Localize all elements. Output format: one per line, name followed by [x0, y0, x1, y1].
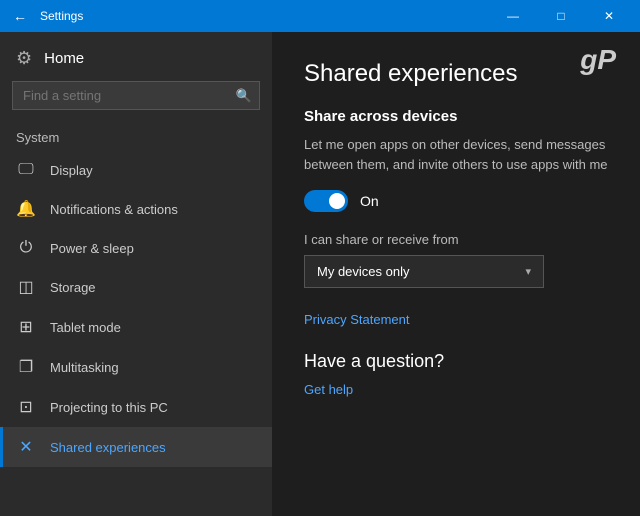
sidebar-item-label: Storage: [50, 280, 96, 295]
devices-dropdown[interactable]: My devices only ▾: [304, 255, 544, 288]
search-icon: 🔍: [236, 88, 252, 104]
sidebar-item-multitasking[interactable]: ❐ Multitasking: [0, 347, 272, 387]
chevron-down-icon: ▾: [525, 265, 531, 278]
system-label: System: [0, 122, 272, 151]
sidebar-item-label: Notifications & actions: [50, 202, 178, 217]
app-container: ⚙ Home 🔍 System 🖵 Display 🔔 Notification…: [0, 32, 640, 516]
multitasking-icon: ❐: [16, 357, 36, 377]
toggle-row: On: [304, 190, 608, 212]
dropdown-value: My devices only: [317, 264, 409, 279]
sidebar-item-label: Display: [50, 163, 93, 178]
title-bar-controls: — □ ✕: [490, 0, 632, 32]
display-icon: 🖵: [16, 161, 36, 179]
search-box: 🔍: [12, 81, 260, 110]
sidebar-item-label: Projecting to this PC: [50, 400, 168, 415]
sidebar: ⚙ Home 🔍 System 🖵 Display 🔔 Notification…: [0, 32, 272, 516]
privacy-link[interactable]: Privacy Statement: [304, 312, 608, 327]
sidebar-item-projecting[interactable]: ⊡ Projecting to this PC: [0, 387, 272, 427]
shared-icon: ✕: [16, 437, 36, 457]
power-icon: ⏻: [16, 239, 36, 257]
sidebar-item-label: Power & sleep: [50, 241, 134, 256]
close-button[interactable]: ✕: [586, 0, 632, 32]
title-bar-left: ← Settings: [8, 4, 83, 28]
notifications-icon: 🔔: [16, 199, 36, 219]
gear-icon: ⚙: [16, 48, 32, 69]
search-input[interactable]: [12, 81, 260, 110]
back-icon: ←: [13, 8, 27, 24]
toggle-knob: [329, 193, 345, 209]
get-help-link[interactable]: Get help: [304, 382, 608, 397]
description-text: Let me open apps on other devices, send …: [304, 135, 608, 174]
sidebar-item-notifications[interactable]: 🔔 Notifications & actions: [0, 189, 272, 229]
sidebar-item-label: Shared experiences: [50, 440, 166, 455]
storage-icon: ◫: [16, 277, 36, 297]
title-bar: ← Settings — □ ✕: [0, 0, 640, 32]
sidebar-item-label: Multitasking: [50, 360, 119, 375]
sidebar-item-label: Tablet mode: [50, 320, 121, 335]
gp-logo: gP: [580, 44, 616, 76]
content-area: gP Shared experiences Share across devic…: [272, 32, 640, 516]
maximize-button[interactable]: □: [538, 0, 584, 32]
have-question-heading: Have a question?: [304, 351, 608, 372]
title-bar-title: Settings: [40, 9, 83, 23]
tablet-icon: ⊞: [16, 317, 36, 337]
sidebar-item-shared[interactable]: ✕ Shared experiences: [0, 427, 272, 467]
share-toggle[interactable]: [304, 190, 348, 212]
sidebar-item-storage[interactable]: ◫ Storage: [0, 267, 272, 307]
sidebar-item-power[interactable]: ⏻ Power & sleep: [0, 229, 272, 267]
back-button[interactable]: ←: [8, 4, 32, 28]
page-title: Shared experiences: [304, 60, 608, 88]
sidebar-header: ⚙ Home: [0, 32, 272, 77]
minimize-button[interactable]: —: [490, 0, 536, 32]
sidebar-item-tablet[interactable]: ⊞ Tablet mode: [0, 307, 272, 347]
toggle-label: On: [360, 193, 379, 209]
share-from-label: I can share or receive from: [304, 232, 608, 247]
section-title: Share across devices: [304, 108, 608, 125]
projecting-icon: ⊡: [16, 397, 36, 417]
sidebar-home-label: Home: [44, 50, 84, 67]
sidebar-item-display[interactable]: 🖵 Display: [0, 151, 272, 189]
